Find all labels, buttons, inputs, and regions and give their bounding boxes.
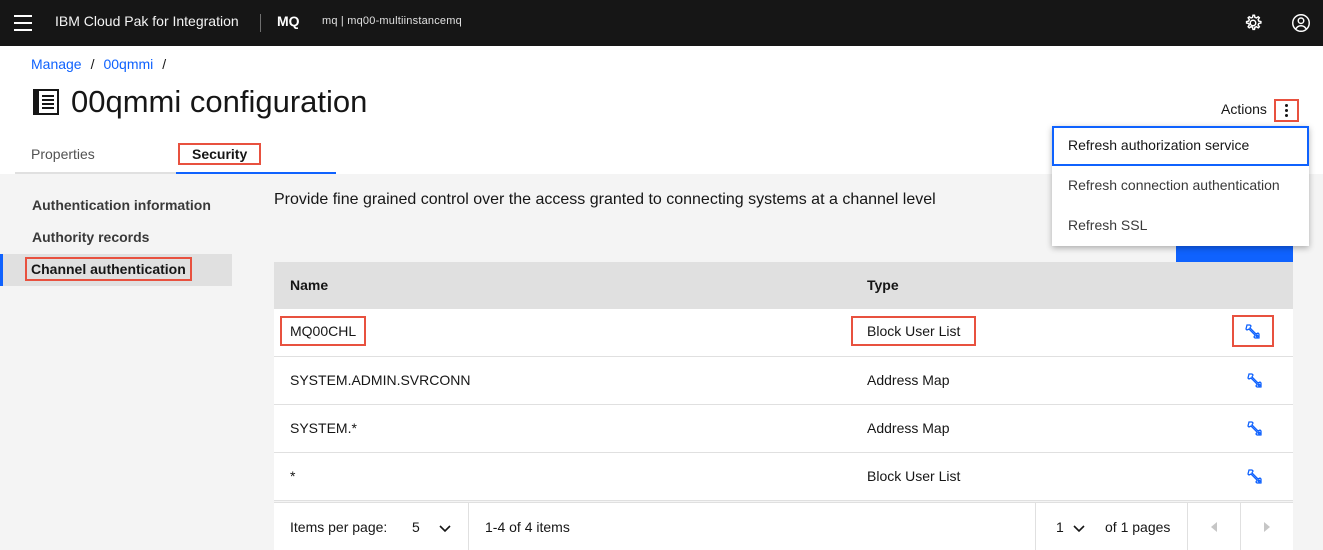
header-divider xyxy=(260,14,261,32)
cell-name: * xyxy=(290,468,296,484)
tab-security[interactable]: Security xyxy=(176,140,336,174)
menu-icon[interactable] xyxy=(14,15,32,31)
menu-item-refresh-authorization-service[interactable]: Refresh authorization service xyxy=(1052,126,1309,166)
tab-label: Security xyxy=(178,143,262,165)
top-header: IBM Cloud Pak for Integration MQ mq | mq… xyxy=(0,0,1323,46)
sidenav-item-label: Authority records xyxy=(32,229,150,245)
wrench-icon[interactable] xyxy=(1246,419,1266,439)
chevron-down-icon[interactable] xyxy=(1072,521,1086,535)
caret-right-icon xyxy=(1264,522,1270,532)
table-header: Name Type xyxy=(274,262,1293,309)
cell-type: Block User List xyxy=(851,316,977,346)
sidenav-item-channel-authentication[interactable]: Channel authentication xyxy=(0,254,232,286)
cell-name: SYSTEM.* xyxy=(290,420,357,436)
actions-menu: Refresh authorization service Refresh co… xyxy=(1052,126,1309,246)
breadcrumb-separator: / xyxy=(90,56,95,72)
sidenav-item-label: Channel authentication xyxy=(25,257,192,281)
total-pages: of 1 pages xyxy=(1105,519,1171,535)
instance-name: mq | mq00-multiinstancemq xyxy=(322,15,462,27)
overflow-menu-icon[interactable] xyxy=(1274,99,1299,122)
brand-name[interactable]: IBM Cloud Pak for Integration xyxy=(55,13,239,29)
table-row[interactable]: * Block User List xyxy=(274,453,1293,501)
actions-button[interactable]: Actions xyxy=(1205,94,1309,126)
breadcrumb: Manage / 00qmmi / xyxy=(31,56,175,72)
next-page-button[interactable] xyxy=(1241,503,1293,550)
cell-type: Block User List xyxy=(867,468,961,484)
menu-item-refresh-connection-authentication[interactable]: Refresh connection authentication xyxy=(1052,166,1309,206)
column-header-type[interactable]: Type xyxy=(867,277,899,293)
wrench-icon[interactable] xyxy=(1232,315,1274,347)
cell-name: MQ00CHL xyxy=(280,316,367,346)
page-select[interactable]: 1 xyxy=(1056,519,1064,535)
breadcrumb-queue-manager[interactable]: 00qmmi xyxy=(103,56,153,72)
channel-auth-table: Name Type MQ00CHL Block User List SYSTEM… xyxy=(274,262,1293,501)
tab-properties[interactable]: Properties xyxy=(15,140,176,174)
divider xyxy=(1035,503,1036,550)
product-name: MQ xyxy=(277,13,300,29)
settings-icon[interactable] xyxy=(1242,12,1264,34)
breadcrumb-separator: / xyxy=(162,56,167,72)
table-row[interactable]: SYSTEM.* Address Map xyxy=(274,405,1293,453)
column-header-name[interactable]: Name xyxy=(290,277,328,293)
sidenav-item-label: Authentication information xyxy=(32,197,211,213)
sidenav-item-authentication-information[interactable]: Authentication information xyxy=(0,190,232,222)
items-per-page-label: Items per page: xyxy=(290,519,388,535)
cell-type: Address Map xyxy=(867,372,950,388)
divider xyxy=(468,503,469,550)
caret-left-icon xyxy=(1211,522,1217,532)
breadcrumb-manage[interactable]: Manage xyxy=(31,56,82,72)
items-per-page-select[interactable]: 5 xyxy=(412,519,420,535)
items-range: 1-4 of 4 items xyxy=(485,519,570,535)
cell-type: Address Map xyxy=(867,420,950,436)
chevron-down-icon[interactable] xyxy=(438,521,452,535)
wrench-icon[interactable] xyxy=(1246,467,1266,487)
actions-label: Actions xyxy=(1221,101,1267,117)
tab-bar: Properties Security xyxy=(15,140,336,174)
document-icon xyxy=(33,89,59,115)
page-title: 00qmmi configuration xyxy=(71,84,368,119)
cell-name: SYSTEM.ADMIN.SVRCONN xyxy=(290,372,471,388)
sidenav-item-authority-records[interactable]: Authority records xyxy=(0,222,232,254)
page-header: 00qmmi configuration xyxy=(31,84,367,120)
menu-item-refresh-ssl[interactable]: Refresh SSL xyxy=(1052,206,1309,246)
user-icon[interactable] xyxy=(1290,12,1312,34)
section-description: Provide fine grained control over the ac… xyxy=(274,191,936,208)
side-nav: Authentication information Authority rec… xyxy=(0,190,232,286)
pagination: Items per page: 5 1-4 of 4 items 1 of 1 … xyxy=(274,502,1293,550)
wrench-icon[interactable] xyxy=(1246,371,1266,391)
previous-page-button[interactable] xyxy=(1188,503,1240,550)
tab-label: Properties xyxy=(31,146,95,162)
table-row[interactable]: MQ00CHL Block User List xyxy=(274,309,1293,357)
table-row[interactable]: SYSTEM.ADMIN.SVRCONN Address Map xyxy=(274,357,1293,405)
